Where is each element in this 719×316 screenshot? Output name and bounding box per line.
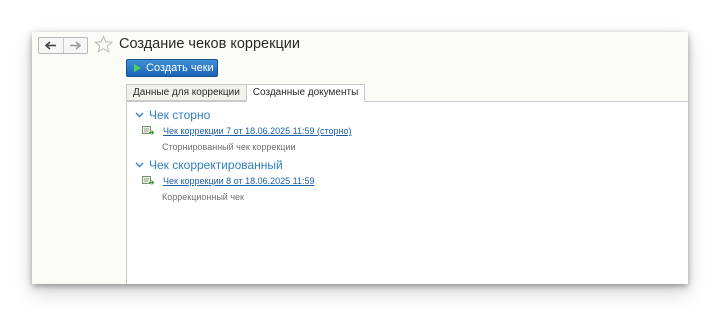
group-corrected-header[interactable]: Чек скорректированный [135, 158, 283, 172]
forward-button[interactable] [62, 38, 88, 53]
storno-document-link[interactable]: Чек коррекции 7 от 18.06.2025 11:59 (сто… [163, 126, 352, 136]
create-checks-label: Создать чеки [146, 62, 214, 74]
favorite-star-icon[interactable] [94, 35, 113, 54]
tab-divider [126, 101, 688, 102]
corrected-document-row: Чек коррекции 8 от 18.06.2025 11:59 [142, 176, 314, 186]
tab-correction-data[interactable]: Данные для коррекции [126, 84, 247, 101]
tab-bar: Данные для коррекции Созданные документы [126, 84, 366, 102]
page-title: Создание чеков коррекции [119, 36, 300, 52]
corrected-document-link[interactable]: Чек коррекции 8 от 18.06.2025 11:59 [163, 176, 314, 186]
group-storno-title: Чек сторно [149, 108, 211, 122]
arrow-left-icon [44, 41, 56, 50]
chevron-down-icon [135, 112, 144, 118]
back-button[interactable] [39, 38, 63, 53]
play-icon [134, 64, 141, 72]
group-corrected-title: Чек скорректированный [149, 158, 283, 172]
storno-document-row: Чек коррекции 7 от 18.06.2025 11:59 (сто… [142, 126, 352, 136]
document-check-icon [142, 126, 154, 135]
group-storno-header[interactable]: Чек сторно [135, 108, 210, 122]
corrected-document-description: Коррекционный чек [162, 192, 244, 202]
storno-document-description: Сторнированный чек коррекции [162, 142, 296, 152]
create-checks-button[interactable]: Создать чеки [126, 59, 218, 77]
navigation-buttons [38, 37, 88, 54]
document-check-icon [142, 176, 154, 185]
arrow-right-icon [70, 41, 82, 50]
tab-created-documents[interactable]: Созданные документы [245, 84, 366, 102]
form-window: Создание чеков коррекции Создать чеки Да… [32, 32, 688, 284]
chevron-down-icon [135, 162, 144, 168]
